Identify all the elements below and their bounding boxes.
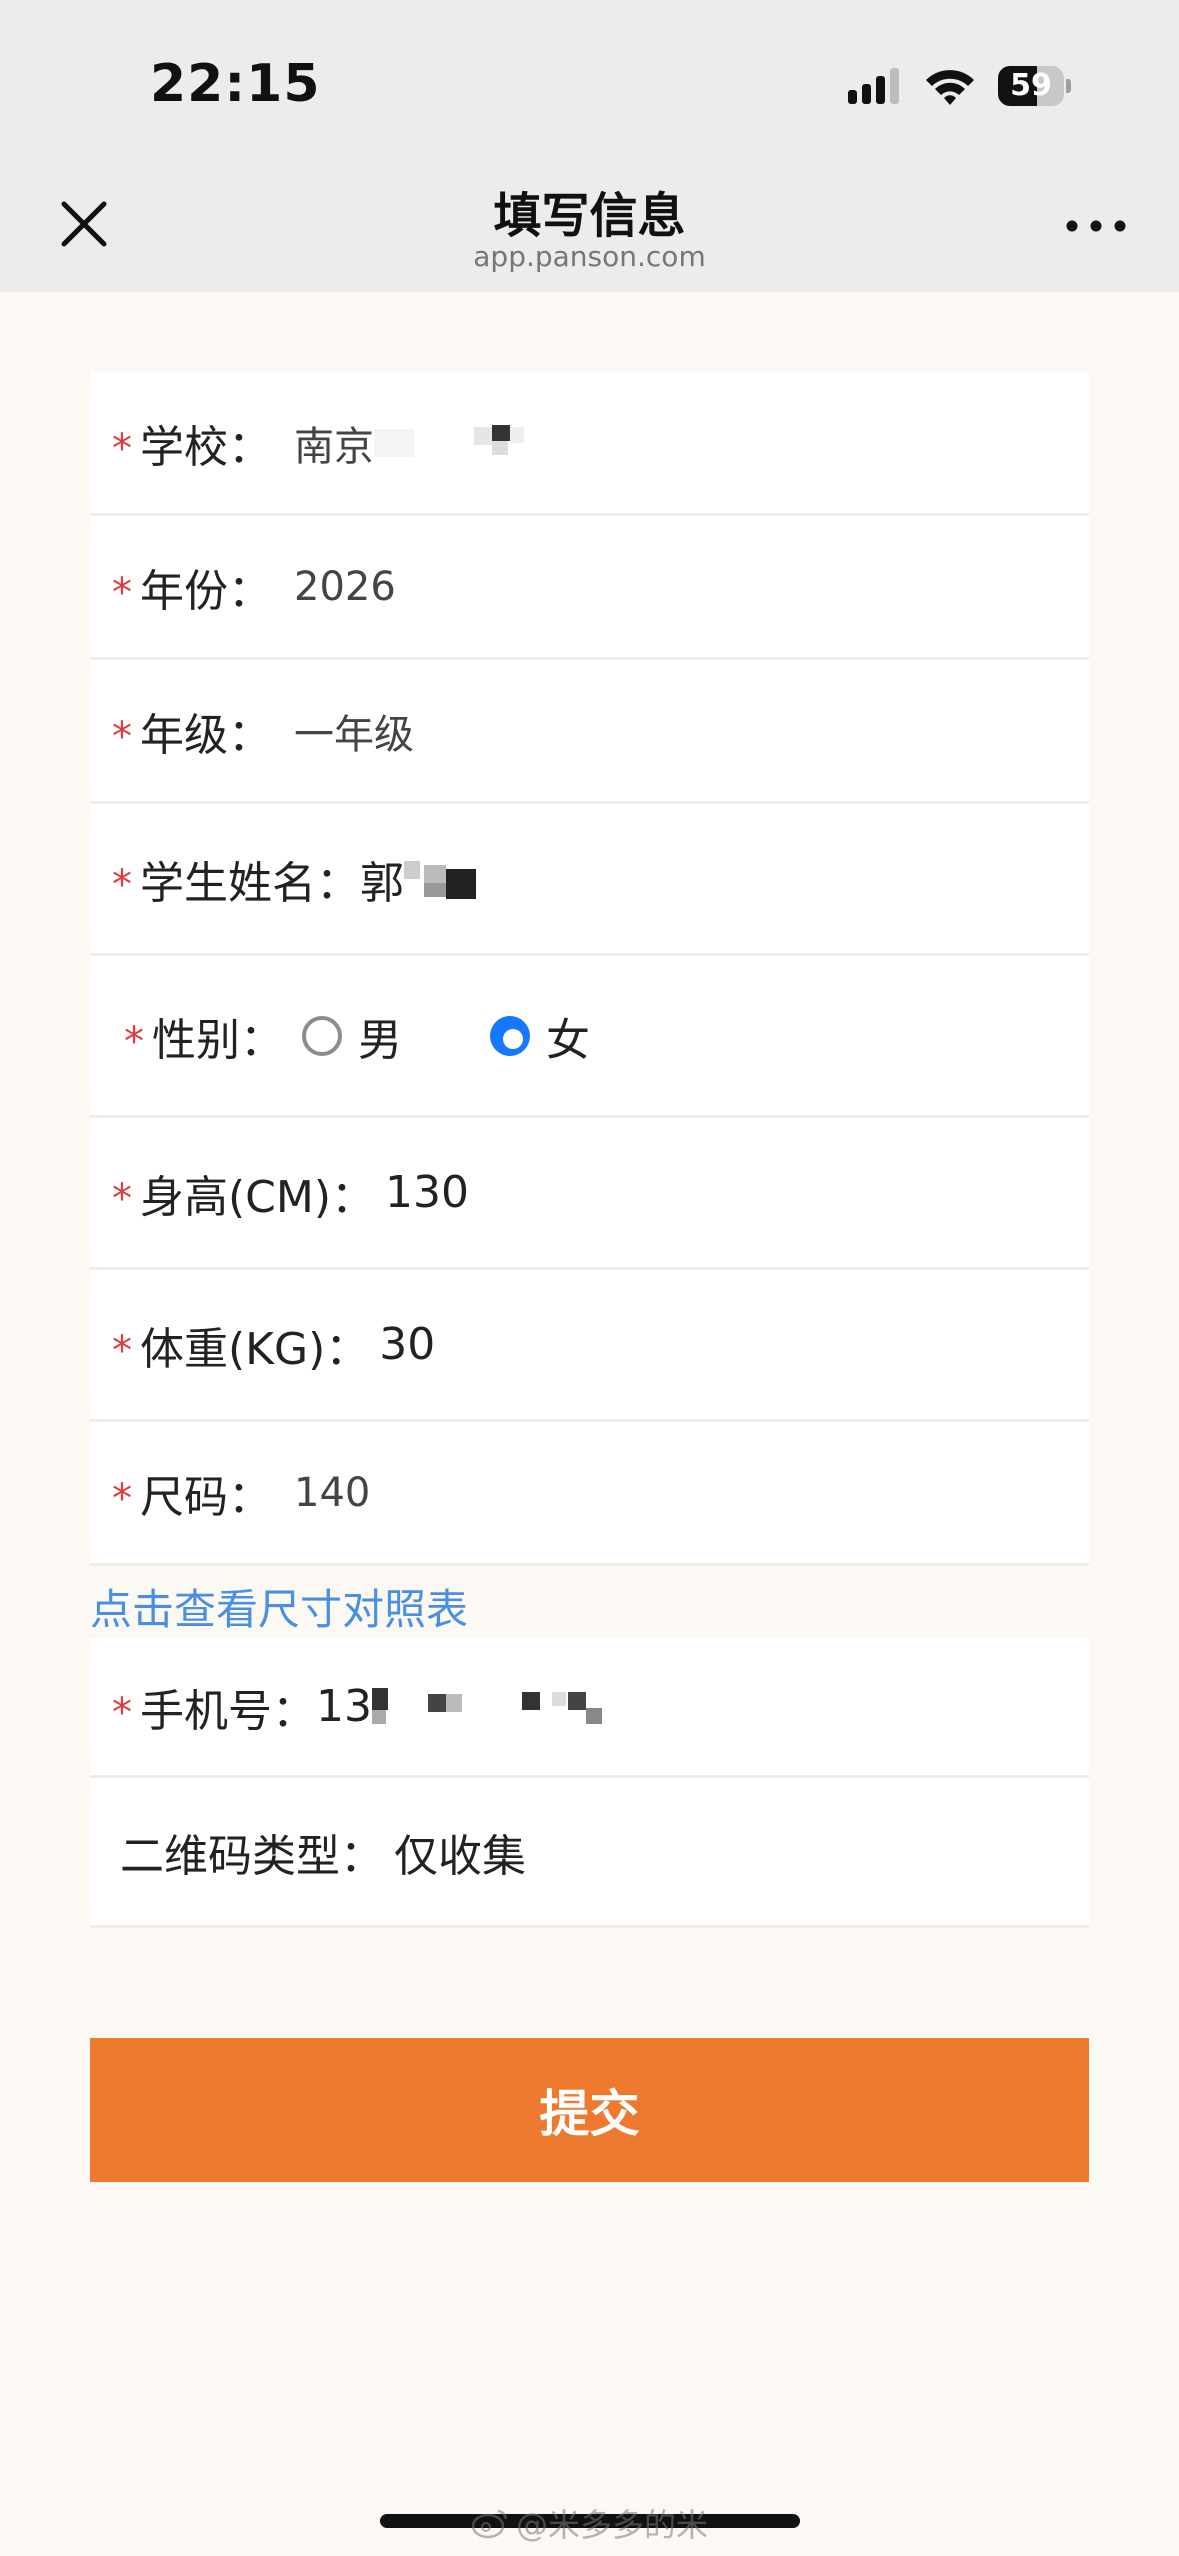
gender-option-label: 女 [546,1014,590,1066]
grade-label: 年级： [140,709,272,761]
height-value: 130 [385,1167,470,1218]
submit-button[interactable]: 提交 [90,2038,1089,2182]
gender-row: * 性别： 男 女 [90,956,1089,1118]
qr-type-label: 二维码类型： [120,1830,384,1882]
school-label: 学校： [140,421,272,473]
size-value: 140 [294,1469,371,1516]
top-bar: 22:15 59 填写信息 app.panson.com [0,0,1179,292]
battery-percent: 59 [1010,68,1052,103]
gender-option-female[interactable]: 女 [490,1004,590,1068]
weight-label: 体重(KG)： [140,1323,370,1375]
watermark: @米多多的米 [470,2500,708,2546]
size-label: 尺码： [140,1471,272,1523]
more-horizontal-icon[interactable] [1060,208,1132,244]
redacted-mosaic [372,1687,602,1724]
school-row[interactable]: * 学校： 南京 [90,372,1089,516]
radio-checked-icon[interactable] [490,1015,530,1056]
school-value: 南京 [294,423,374,470]
weight-row[interactable]: * 体重(KG)： 30 [90,1270,1089,1422]
required-mark: * [112,1689,132,1736]
watermark-text: @米多多的米 [516,2506,709,2544]
grade-row[interactable]: * 年级： 一年级 [90,660,1089,804]
phone-label: 手机号： [140,1685,316,1737]
page-title: 填写信息 [493,188,686,244]
student-name-label: 学生姓名： [140,857,360,909]
student-name-row[interactable]: * 学生姓名： 郭 [90,804,1089,956]
page-domain: app.panson.com [473,240,706,273]
year-row[interactable]: * 年份： 2026 [90,516,1089,660]
required-mark: * [124,1018,144,1065]
weibo-logo-icon [471,2509,508,2539]
required-mark: * [112,425,132,472]
required-mark: * [112,861,132,908]
redacted-mosaic [404,860,476,899]
phone-row[interactable]: * 手机号： 13 [90,1638,1089,1778]
required-mark: * [112,713,132,760]
info-form: * 学校： 南京 * 年份： 2026 * 年级： 一年级 * 学生姓名： 郭 … [90,372,1089,1928]
weight-value: 30 [379,1319,436,1370]
year-value: 2026 [294,563,396,610]
radio-unchecked-icon[interactable] [302,1015,342,1056]
phone-value: 13 [316,1681,372,1732]
wifi-icon [926,70,974,105]
student-name-value: 郭 [360,857,404,909]
battery-icon: 59 [998,66,1072,106]
size-row[interactable]: * 尺码： 140 [90,1422,1089,1566]
year-label: 年份： [140,565,272,617]
status-time: 22:15 [150,54,321,114]
gender-option-label: 男 [358,1014,402,1066]
required-mark: * [112,1327,132,1374]
size-chart-link-row: 点击查看尺寸对照表 [90,1566,1089,1638]
qr-type-row: 二维码类型： 仅收集 [90,1778,1089,1928]
gender-label: 性别： [152,1014,284,1066]
qr-type-value: 仅收集 [394,1830,526,1882]
gender-option-male[interactable]: 男 [302,1004,402,1068]
redacted-mosaic [374,424,524,457]
required-mark: * [112,1175,132,1222]
size-chart-link[interactable]: 点击查看尺寸对照表 [90,1576,468,1637]
required-mark: * [112,569,132,616]
required-mark: * [112,1475,132,1522]
cellular-signal-icon [848,68,899,104]
height-row[interactable]: * 身高(CM)： 130 [90,1118,1089,1270]
height-label: 身高(CM)： [140,1171,376,1223]
grade-value: 一年级 [294,711,414,758]
